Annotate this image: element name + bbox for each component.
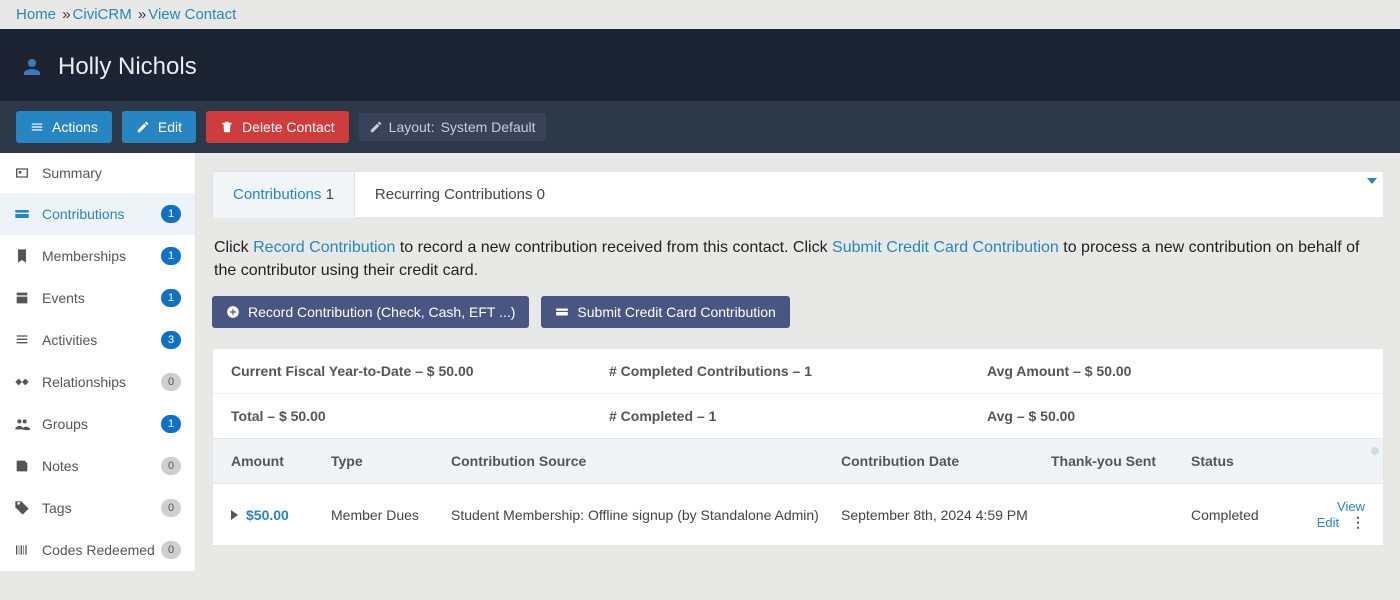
cell-status: Completed (1191, 507, 1301, 523)
action-row: Record Contribution (Check, Cash, EFT ..… (212, 296, 1384, 328)
help-text: Click Record Contribution to record a ne… (214, 236, 1382, 282)
note-icon (14, 458, 30, 474)
cell-source: Student Membership: Offline signup (by S… (451, 507, 841, 523)
credit-card-icon (555, 305, 569, 319)
table-config-dot-icon[interactable] (1371, 447, 1379, 455)
submit-cc-contribution-link[interactable]: Submit Credit Card Contribution (832, 239, 1059, 256)
id-card-icon (14, 165, 30, 181)
tag-icon (14, 500, 30, 516)
record-contribution-link[interactable]: Record Contribution (253, 239, 395, 256)
sidebar: Summary Contributions1 Memberships1 Even… (0, 153, 196, 571)
breadcrumb-view[interactable]: View Contact (148, 6, 236, 23)
tab-recurring-contributions[interactable]: Recurring Contributions 0 (355, 172, 565, 217)
expand-row-chevron-icon[interactable] (231, 510, 238, 520)
col-type[interactable]: Type (331, 453, 451, 469)
sidebar-item-summary[interactable]: Summary (0, 153, 195, 193)
person-icon (20, 55, 44, 79)
summary-ytd: Current Fiscal Year-to-Date – $ 50.00 (231, 363, 609, 379)
contact-name: Holly Nichols (58, 53, 197, 81)
sidebar-item-notes[interactable]: Notes0 (0, 445, 195, 487)
count-badge: 3 (161, 331, 181, 349)
summary-completed: # Completed – 1 (609, 408, 987, 424)
handshake-icon (14, 374, 30, 390)
col-date[interactable]: Contribution Date (841, 453, 1051, 469)
plus-circle-icon (226, 305, 240, 319)
count-badge: 0 (161, 541, 181, 559)
col-thank[interactable]: Thank-you Sent (1051, 453, 1191, 469)
main-content: Contributions 1 Recurring Contributions … (196, 153, 1400, 564)
count-badge: 0 (161, 457, 181, 475)
toolbar: Actions Edit Delete Contact Layout: Syst… (0, 101, 1400, 153)
view-link[interactable]: View (1337, 499, 1365, 514)
tab-row: Contributions 1 Recurring Contributions … (212, 171, 1384, 218)
edit-button[interactable]: Edit (122, 111, 196, 143)
breadcrumb-home[interactable]: Home (16, 6, 56, 23)
breadcrumb-crm[interactable]: CiviCRM (73, 6, 132, 23)
summary-avg-amount: Avg Amount – $ 50.00 (987, 363, 1365, 379)
count-badge: 1 (161, 289, 181, 307)
sidebar-item-activities[interactable]: Activities3 (0, 319, 195, 361)
calendar-icon (14, 290, 30, 306)
submit-cc-contribution-button[interactable]: Submit Credit Card Contribution (541, 296, 789, 328)
list-icon (14, 332, 30, 348)
summary-completed-count: # Completed Contributions – 1 (609, 363, 987, 379)
table-header: Amount Type Contribution Source Contribu… (212, 439, 1384, 484)
col-amount[interactable]: Amount (231, 453, 331, 469)
edit-link[interactable]: Edit (1317, 515, 1339, 530)
count-badge: 1 (161, 415, 181, 433)
record-contribution-button[interactable]: Record Contribution (Check, Cash, EFT ..… (212, 296, 529, 328)
sidebar-item-events[interactable]: Events1 (0, 277, 195, 319)
sidebar-item-contributions[interactable]: Contributions1 (0, 193, 195, 235)
sidebar-item-groups[interactable]: Groups1 (0, 403, 195, 445)
barcode-icon (14, 542, 30, 558)
summary-avg: Avg – $ 50.00 (987, 408, 1365, 424)
tab-contributions[interactable]: Contributions 1 (212, 171, 355, 218)
breadcrumb-sep: » (138, 6, 146, 23)
sidebar-item-codes-redeemed[interactable]: Codes Redeemed0 (0, 529, 195, 571)
col-status[interactable]: Status (1191, 453, 1301, 469)
row-more-menu-icon[interactable]: ⋮ (1351, 514, 1365, 530)
summary-total: Total – $ 50.00 (231, 408, 609, 424)
tab-menu-caret-icon[interactable] (1367, 178, 1377, 184)
count-badge: 0 (161, 499, 181, 517)
trash-icon (220, 120, 234, 134)
sidebar-item-tags[interactable]: Tags0 (0, 487, 195, 529)
badge-icon (14, 248, 30, 264)
sidebar-item-relationships[interactable]: Relationships0 (0, 361, 195, 403)
layout-selector[interactable]: Layout: System Default (359, 113, 546, 141)
count-badge: 0 (161, 373, 181, 391)
breadcrumb: Home »CiviCRM »View Contact (0, 0, 1400, 29)
sidebar-item-memberships[interactable]: Memberships1 (0, 235, 195, 277)
contact-header: Holly Nichols (0, 29, 1400, 101)
actions-button[interactable]: Actions (16, 111, 112, 143)
delete-contact-button[interactable]: Delete Contact (206, 111, 349, 143)
summary-box: Current Fiscal Year-to-Date – $ 50.00 # … (212, 348, 1384, 439)
count-badge: 1 (161, 247, 181, 265)
credit-card-icon (14, 206, 30, 222)
col-source[interactable]: Contribution Source (451, 453, 841, 469)
page-title: Holly Nichols (20, 53, 1380, 81)
pencil-icon (136, 120, 150, 134)
breadcrumb-sep: » (62, 6, 70, 23)
cell-type: Member Dues (331, 507, 451, 523)
count-badge: 1 (161, 205, 181, 223)
table-row: $50.00 Member Dues Student Membership: O… (212, 484, 1384, 546)
cell-date: September 8th, 2024 4:59 PM (841, 507, 1051, 523)
users-icon (14, 416, 30, 432)
menu-icon (30, 120, 44, 134)
amount-link[interactable]: $50.00 (246, 507, 289, 523)
edit-layout-icon (369, 120, 383, 134)
